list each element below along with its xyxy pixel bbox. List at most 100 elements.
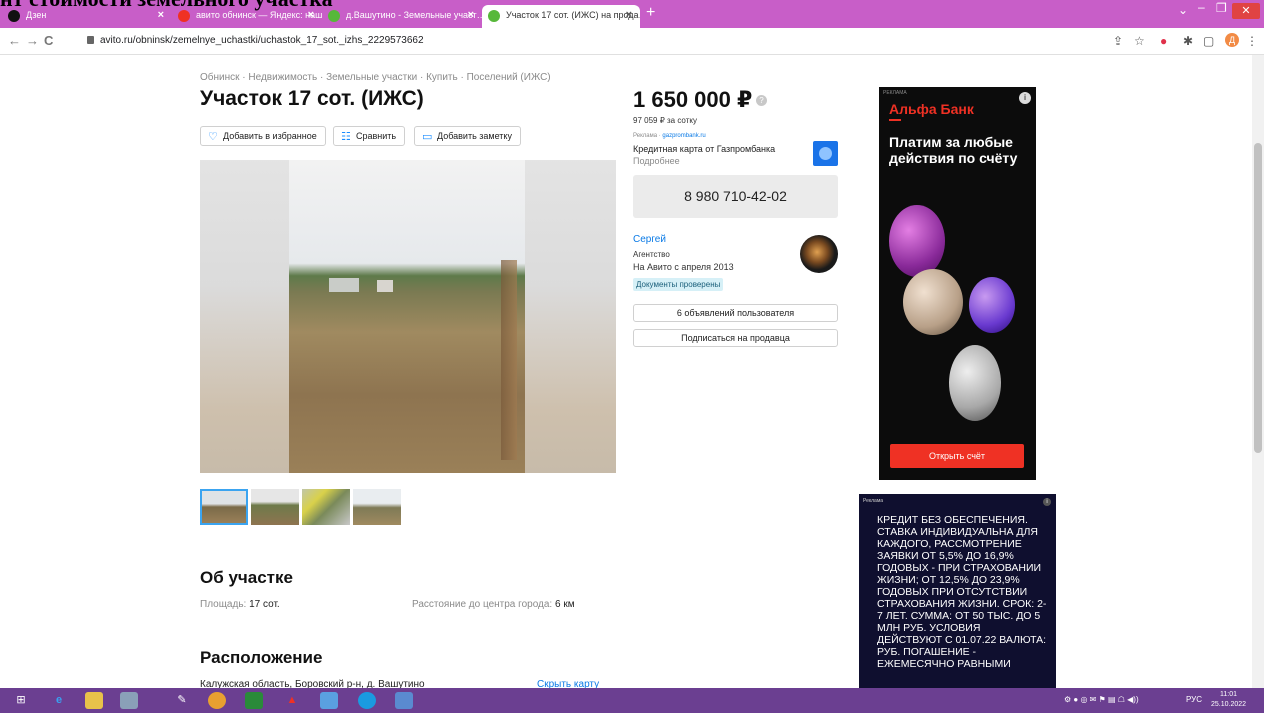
tab-label: Дзен [26,10,47,20]
thumbnail[interactable] [302,489,350,525]
alfa-bank-logo: Альфа Банк [889,101,974,117]
forward-icon[interactable]: → [26,33,39,48]
windows-start-icon[interactable]: ⊞ [12,692,30,709]
documents-verified-badge: Документы проверены [633,278,724,291]
ad-tag: РЕКЛАМА [883,90,907,96]
file-explorer-icon[interactable] [85,692,103,709]
inline-ad-text[interactable]: Кредитная карта от Газпромбанка [633,144,775,154]
avito-icon [328,10,340,22]
distance-row: Расстояние до центра города: 6 км [412,599,575,610]
tab-vashutino[interactable]: д.Вашутино - Земельные участ… × [322,5,482,28]
excel-icon[interactable] [245,692,263,709]
share-icon[interactable]: ⇪ [1113,34,1123,48]
compare-icon: ☷ [341,131,351,143]
back-icon[interactable]: ← [8,33,21,48]
compare-label: Сравнить [356,131,397,141]
info-icon[interactable]: i [1019,92,1031,104]
alfa-bank-ad[interactable]: РЕКЛАМА i Альфа Банк Платим за любые дей… [879,87,1036,480]
location-heading: Расположение [200,648,323,667]
credit-ad-text: КРЕДИТ БЕЗ ОБЕСПЕЧЕНИЯ. СТАВКА ИНДИВИДУА… [877,514,1047,670]
new-tab-button[interactable]: + [646,4,655,22]
yandex-icon [178,10,190,22]
silver-coin-icon [949,345,1001,421]
ad-domain-link[interactable]: gazprombank.ru [662,133,705,139]
tab-search-icon[interactable]: ⌄ [1178,3,1188,23]
phone-button[interactable]: 8 980 710-42-02 [633,175,838,218]
browser-app-icon[interactable] [208,692,226,709]
overlay-heading: нт стоимости земельного участка [0,0,600,11]
tray-icons[interactable]: ⚙ ● ◎ ✉ ⚑ ▤ ☖ ◀)) [1064,695,1139,704]
price-per-sotka: 97 059 ₽ за сотку [633,116,697,125]
scrollbar-thumb[interactable] [1254,143,1262,453]
reload-icon[interactable]: C [44,33,53,48]
close-icon[interactable]: × [468,9,474,21]
window-close-button[interactable]: ✕ [1232,3,1260,19]
paint-icon[interactable]: ✎ [173,692,191,709]
help-icon[interactable]: ? [756,95,767,106]
fence-shape [501,260,517,460]
photo-gallery[interactable] [200,160,616,473]
windows-taskbar: ⊞ e ✎ ▲ ⚙ ● ◎ ✉ ⚑ ▤ ☖ ◀)) РУС 11:01 25.1… [0,688,1264,713]
house-shape [377,280,393,292]
ad-tag: Реклама [863,498,884,504]
extension-icon[interactable]: ● [1160,34,1167,48]
violet-coin-icon [969,277,1015,333]
calculator-icon[interactable] [395,692,413,709]
document-icon[interactable] [120,692,138,709]
distance-label: Расстояние до центра города: [412,599,553,610]
add-to-favorites-button[interactable]: ♡ Добавить в избранное [200,126,326,146]
tab-label: д.Вашутино - Земельные участ… [346,10,482,20]
address-bar: ← → C avito.ru/obninsk/zemelnye_uchastki… [0,28,1264,55]
seller-since: На Авито с апреля 2013 [633,262,734,272]
seller-avatar[interactable] [800,235,838,273]
seller-listings-button[interactable]: 6 объявлений пользователя [633,304,838,322]
input-language[interactable]: РУС [1186,695,1202,704]
flame-app-icon[interactable]: ▲ [283,692,301,709]
tab-active-listing[interactable]: Участок 17 сот. (ИЖС) на прода… × [482,5,640,28]
dzen-icon [8,10,20,22]
lock-icon [87,36,94,44]
compare-button[interactable]: ☷ Сравнить [333,126,406,146]
thumbnail[interactable] [251,489,299,525]
tab-label: авито обнинск — Яндекс: нашл… [196,10,322,20]
about-heading: Об участке [200,568,293,587]
menu-icon[interactable]: ⋮ [1246,34,1258,48]
heart-icon: ♡ [208,131,218,143]
add-note-button[interactable]: ▭ Добавить заметку [414,126,521,146]
area-label: Площадь: [200,599,247,610]
info-icon[interactable]: i [1043,498,1051,506]
breadcrumb[interactable]: Обнинск · Недвижимость · Земельные участ… [200,72,551,83]
ad-label-text: Реклама · [633,133,661,139]
maximize-icon[interactable]: ❐ [1216,1,1227,21]
house-shape [329,278,359,292]
purple-coin-icon [889,205,945,277]
clock-date: 25.10.2022 [1211,701,1247,708]
minimize-icon[interactable]: – [1198,0,1205,20]
bookmark-star-icon[interactable]: ☆ [1134,34,1145,48]
open-account-button[interactable]: Открыть счёт [890,444,1024,468]
credit-ad[interactable]: Реклама i КРЕДИТ БЕЗ ОБЕСПЕЧЕНИЯ. СТАВКА… [859,494,1056,713]
favorite-label: Добавить в избранное [223,131,317,141]
avito-icon [488,10,500,22]
tab-label: Участок 17 сот. (ИЖС) на прода… [506,10,640,20]
image-viewer-icon[interactable] [320,692,338,709]
seller-type: Агентство [633,250,670,259]
gazprombank-logo-icon[interactable] [813,141,838,166]
main-photo[interactable] [289,160,525,473]
distance-value: 6 км [555,599,575,610]
extensions-puzzle-icon[interactable]: ✱ [1183,34,1193,48]
thumbnail[interactable] [200,489,248,525]
url-field[interactable]: avito.ru/obninsk/zemelnye_uchastki/uchas… [100,35,424,46]
internet-explorer-icon[interactable]: e [50,692,68,709]
close-icon[interactable]: × [626,9,632,21]
thumbnail[interactable] [353,489,401,525]
seller-name-link[interactable]: Сергей [633,234,666,245]
gallery-blur-right [525,160,616,473]
edge-icon[interactable] [358,692,376,709]
inline-ad-more-link[interactable]: Подробнее [633,156,680,166]
subscribe-seller-button[interactable]: Подписаться на продавца [633,329,838,347]
sidepanel-icon[interactable]: ▢ [1203,34,1214,48]
profile-avatar[interactable]: Д [1225,33,1239,47]
system-clock[interactable]: 11:01 25.10.2022 [1211,690,1246,710]
page-scrollbar[interactable] [1252,55,1264,688]
